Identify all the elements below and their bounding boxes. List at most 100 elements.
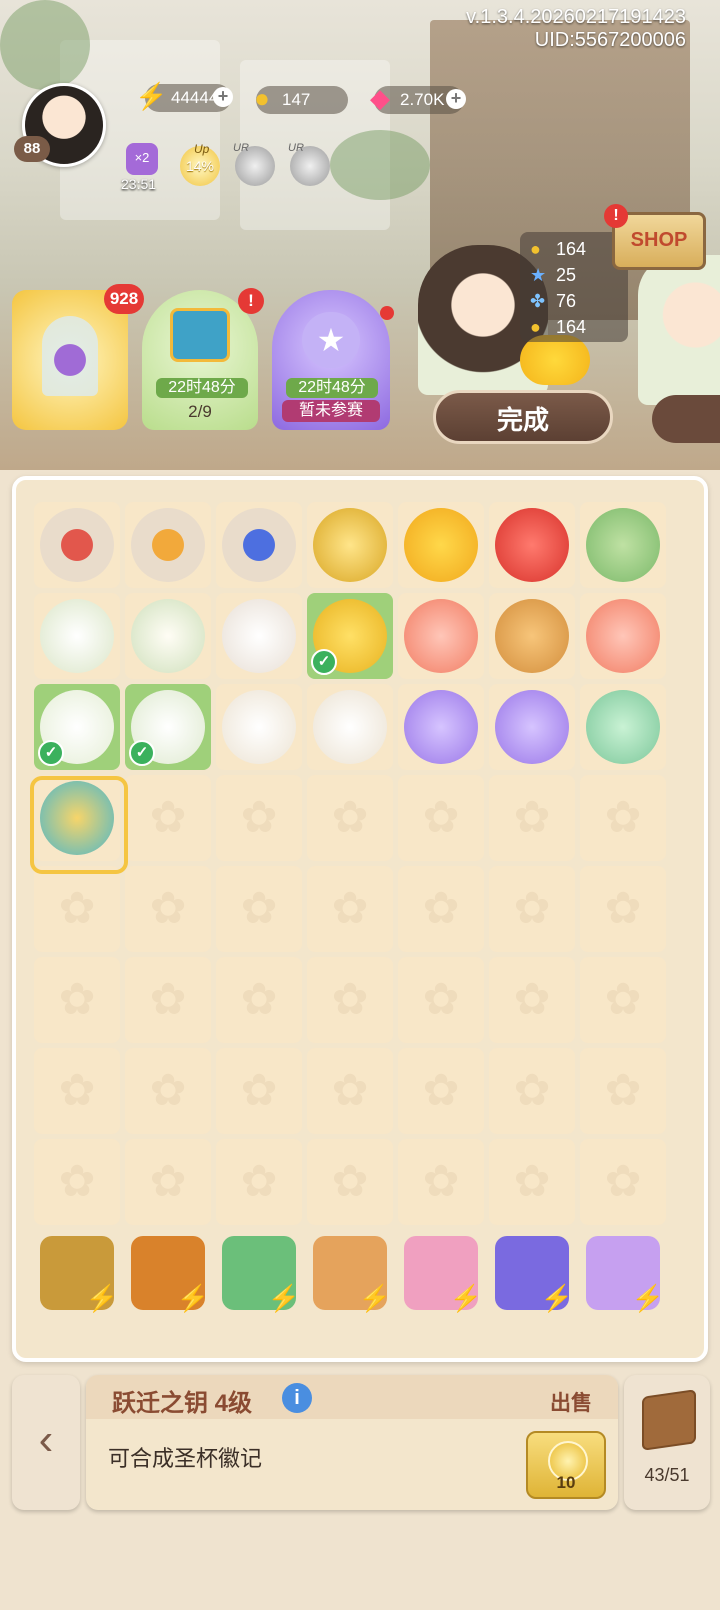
grid-cell[interactable] xyxy=(489,502,575,588)
grid-cell[interactable]: ✿ xyxy=(580,866,666,952)
grid-cell[interactable]: ✿ xyxy=(489,775,575,861)
grid-cell[interactable]: ✿ xyxy=(398,1048,484,1134)
generator-portal[interactable]: ⚡ xyxy=(489,1230,575,1316)
generator-perfume-bottle[interactable]: ⚡ xyxy=(580,1230,666,1316)
grid-cell[interactable]: ✿ xyxy=(307,1048,393,1134)
grid-cell[interactable] xyxy=(580,593,666,679)
grid-cell[interactable]: ✿ xyxy=(489,866,575,952)
grid-cell[interactable]: ✿ xyxy=(307,1139,393,1225)
grid-cell[interactable]: ✓ xyxy=(125,684,211,770)
grid-cell[interactable] xyxy=(398,684,484,770)
grid-cell[interactable]: ✿ xyxy=(580,1139,666,1225)
grid-cell[interactable]: ✿ xyxy=(34,1048,120,1134)
blue-tree-dome-item-icon[interactable] xyxy=(222,508,296,582)
grid-cell[interactable]: ✓ xyxy=(307,593,393,679)
grid-cell[interactable] xyxy=(216,502,302,588)
empty-slot-icon: ✿ xyxy=(422,975,460,1024)
grid-cell[interactable] xyxy=(307,502,393,588)
cat-teacup-item-icon[interactable] xyxy=(586,508,660,582)
gem-counter[interactable]: ◆ 2.70K + xyxy=(370,83,466,114)
waffle-item-icon[interactable] xyxy=(495,599,569,673)
add-gem-button[interactable]: + xyxy=(446,89,466,109)
grid-cell[interactable]: ✿ xyxy=(307,775,393,861)
grid-cell[interactable]: ✿ xyxy=(216,775,302,861)
grid-cell[interactable]: ✿ xyxy=(216,1139,302,1225)
red-gem-item-icon[interactable] xyxy=(495,508,569,582)
grid-cell[interactable]: ✿ xyxy=(489,1139,575,1225)
grid-cell[interactable]: ✿ xyxy=(125,866,211,952)
ur-badge-2[interactable]: UR xyxy=(288,142,330,186)
grid-cell[interactable]: ✿ xyxy=(216,957,302,1043)
grid-cell[interactable]: ✿ xyxy=(580,775,666,861)
grid-cell[interactable] xyxy=(34,593,120,679)
white-lily-item-icon[interactable] xyxy=(40,599,114,673)
white-magnolia-item-icon[interactable] xyxy=(222,599,296,673)
grid-cell[interactable]: ✿ xyxy=(125,775,211,861)
grid-cell[interactable]: ✿ xyxy=(580,957,666,1043)
grid-cell[interactable]: ✿ xyxy=(398,957,484,1043)
generator-teapot[interactable]: ⚡ xyxy=(125,1230,211,1316)
grid-cell[interactable]: ✿ xyxy=(489,1048,575,1134)
grid-cell[interactable]: ✿ xyxy=(125,957,211,1043)
grid-cell[interactable]: ✿ xyxy=(34,1139,120,1225)
grid-cell[interactable] xyxy=(398,502,484,588)
grid-cell[interactable] xyxy=(489,684,575,770)
boost-buff-icon[interactable]: ×2 xyxy=(126,143,158,175)
grid-cell[interactable]: ✿ xyxy=(398,1139,484,1225)
grid-cell[interactable]: ✿ xyxy=(307,866,393,952)
grid-cell[interactable] xyxy=(125,502,211,588)
koi-fish-item-icon[interactable] xyxy=(404,599,478,673)
complete-order-button[interactable]: 完成 xyxy=(433,390,613,444)
calla-pair-item-icon[interactable] xyxy=(222,690,296,764)
grid-cell[interactable] xyxy=(398,593,484,679)
grid-cell[interactable]: ✿ xyxy=(216,1048,302,1134)
next-order-card[interactable] xyxy=(652,395,720,443)
grid-cell[interactable]: ✿ xyxy=(34,957,120,1043)
event-card-dome[interactable]: 928 xyxy=(12,284,144,430)
grid-cell[interactable] xyxy=(489,593,575,679)
grid-cell[interactable] xyxy=(216,684,302,770)
back-button[interactable]: ‹ xyxy=(12,1375,80,1510)
lightning-icon: ⚡ xyxy=(631,1283,664,1313)
ur-badge-1[interactable]: UR xyxy=(233,142,275,186)
red-rose-dome-item-icon[interactable] xyxy=(40,508,114,582)
grid-cell[interactable]: ✿ xyxy=(216,866,302,952)
gold-gem-item-icon[interactable] xyxy=(404,508,478,582)
grid-cell[interactable] xyxy=(580,684,666,770)
generator-tea-set[interactable]: ⚡ xyxy=(398,1230,484,1316)
grid-cell[interactable]: ✿ xyxy=(125,1139,211,1225)
grid-cell[interactable] xyxy=(216,593,302,679)
grid-cell[interactable]: ✿ xyxy=(580,1048,666,1134)
info-icon[interactable]: i xyxy=(282,1383,312,1413)
inventory-button[interactable]: 43/51 xyxy=(624,1375,710,1510)
grid-cell[interactable]: ✿ xyxy=(125,1048,211,1134)
add-energy-button[interactable]: + xyxy=(213,87,233,107)
grid-cell[interactable]: ✓ xyxy=(34,684,120,770)
event-card-star[interactable]: ★ 22时48分 暂未参赛 xyxy=(272,290,394,430)
grid-cell[interactable] xyxy=(307,684,393,770)
energy-counter[interactable]: ⚡ 44444 + xyxy=(135,81,233,112)
grid-cell[interactable]: ✿ xyxy=(398,775,484,861)
grid-cell[interactable]: ✿ xyxy=(398,866,484,952)
grid-cell[interactable]: ✿ xyxy=(307,957,393,1043)
purple-drop-item-icon[interactable] xyxy=(495,690,569,764)
grid-cell[interactable] xyxy=(34,502,120,588)
up-rate-buff[interactable]: Up 14% xyxy=(180,142,220,186)
grid-cell[interactable]: ✿ xyxy=(34,866,120,952)
calla-single-item-icon[interactable] xyxy=(313,690,387,764)
grid-cell[interactable] xyxy=(125,593,211,679)
grid-cell[interactable]: ✿ xyxy=(489,957,575,1043)
event-card-gift[interactable]: 22时48分 2/9 ! xyxy=(142,288,264,430)
green-drop-item-icon[interactable] xyxy=(586,690,660,764)
generator-flower-cart[interactable]: ⚡ xyxy=(307,1230,393,1316)
purple-drop-item-icon[interactable] xyxy=(404,690,478,764)
koi-fish-item-icon[interactable] xyxy=(586,599,660,673)
generator-cabinet[interactable]: ⚡ xyxy=(34,1230,120,1316)
sell-button[interactable]: 10 xyxy=(526,1431,606,1499)
gold-tree-dome-item-icon[interactable] xyxy=(131,508,205,582)
grid-cell[interactable] xyxy=(580,502,666,588)
generator-greenhouse[interactable]: ⚡ xyxy=(216,1230,302,1316)
white-gardenia-item-icon[interactable] xyxy=(131,599,205,673)
lightning-icon: ⚡ xyxy=(267,1283,300,1313)
gold-coins-item-icon[interactable] xyxy=(313,508,387,582)
